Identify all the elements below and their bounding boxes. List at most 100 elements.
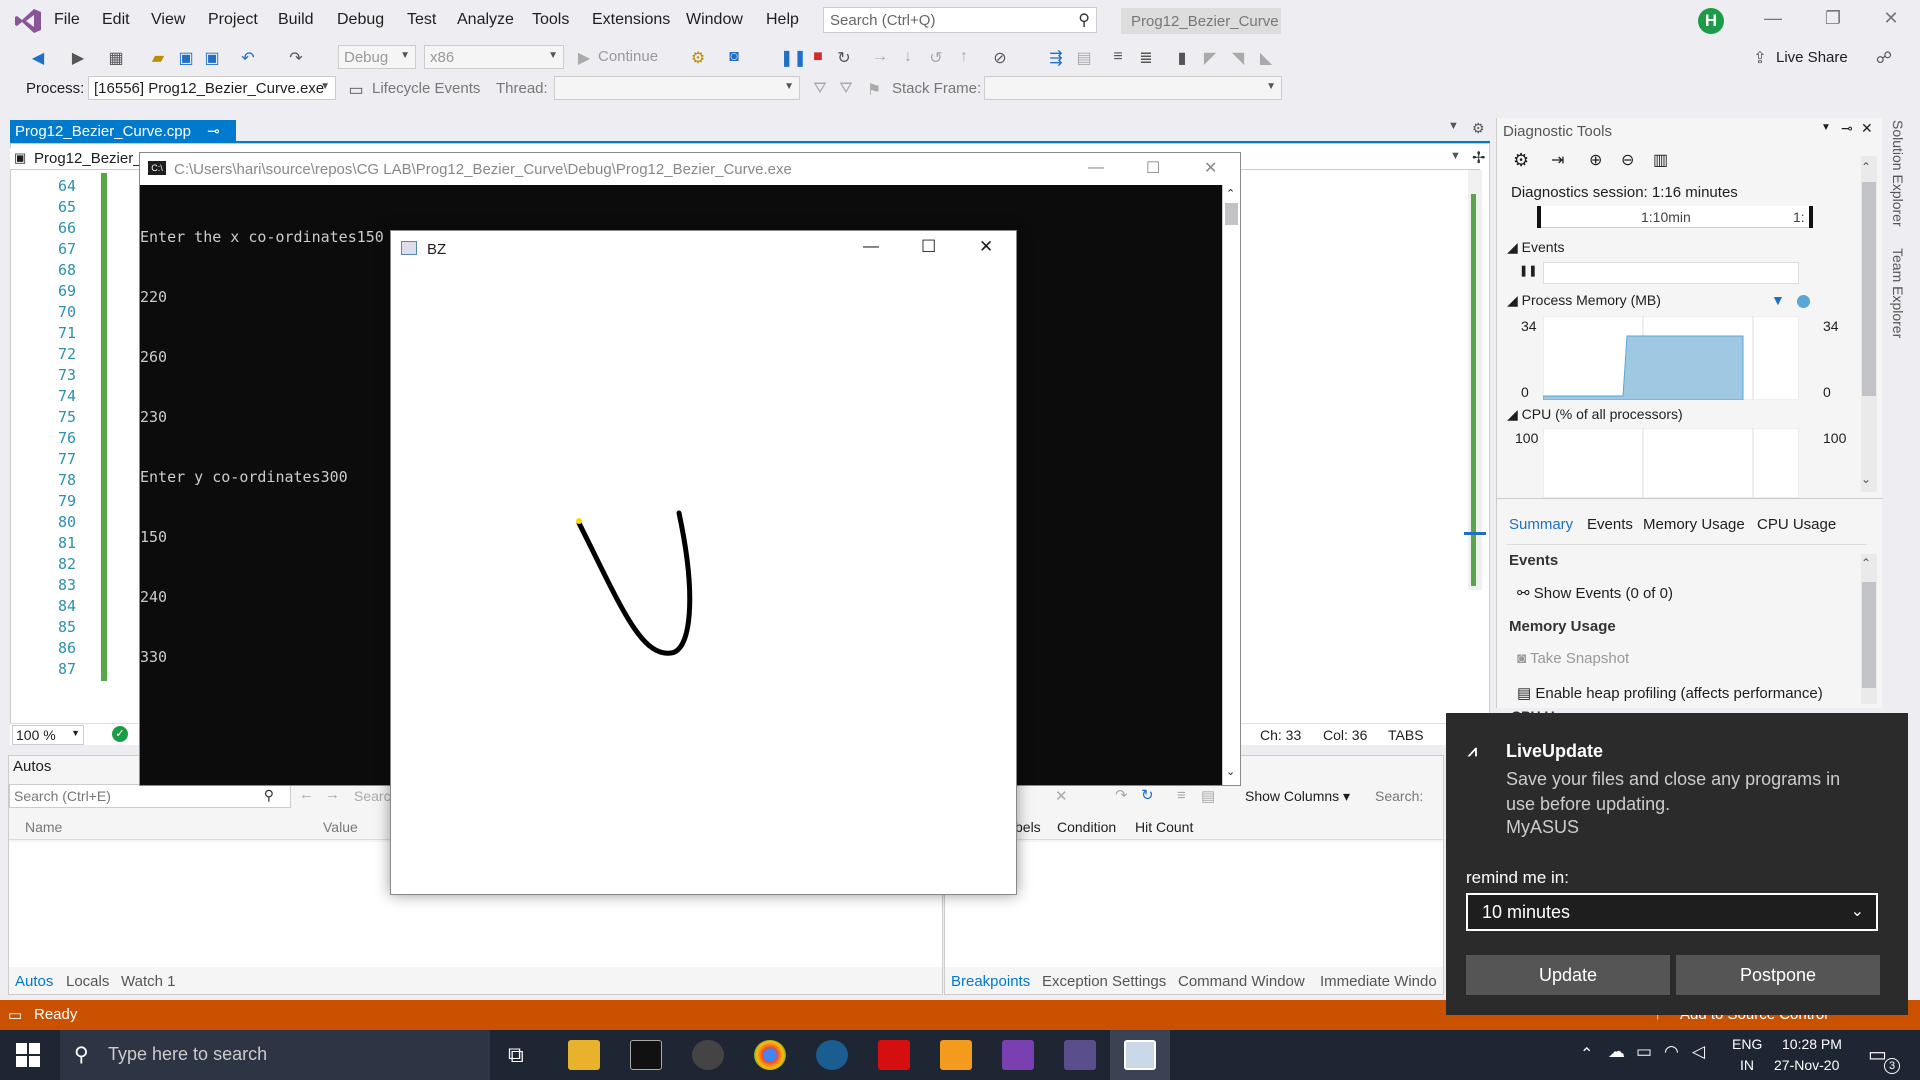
bp-import-icon[interactable]: ≡	[1177, 787, 1186, 804]
no-issues-icon[interactable]: ✓	[112, 726, 128, 742]
liveupdate-notification[interactable]: ⩘ LiveUpdate Save your files and close a…	[1446, 713, 1908, 1015]
restart-icon[interactable]: ↻	[834, 48, 854, 67]
tray-arrow-icon[interactable]: ⌃	[1580, 1044, 1593, 1064]
menu-file[interactable]: File	[54, 11, 80, 29]
menu-test[interactable]: Test	[407, 11, 436, 29]
attach-icon[interactable]: ⚙	[688, 48, 708, 67]
diag-tab-summary[interactable]: Summary	[1509, 516, 1573, 533]
bookmark-icon[interactable]: ▮	[1172, 48, 1192, 67]
comment-icon[interactable]: ▤	[1074, 48, 1094, 67]
zoom-out-icon[interactable]: ⊖	[1621, 150, 1634, 170]
step-over-icon[interactable]: →	[870, 48, 890, 66]
forward-icon[interactable]: ▶	[68, 48, 88, 67]
onedrive-icon[interactable]: ☁	[1608, 1042, 1625, 1062]
bz-close-icon[interactable]: ✕	[979, 237, 993, 257]
console-scroll-up-icon[interactable]: ⌃	[1226, 187, 1235, 200]
scroll-down-icon[interactable]: ⌄	[1861, 472, 1871, 486]
visual-studio-icon[interactable]	[1002, 1040, 1034, 1070]
summary-scroll-up-icon[interactable]: ⌃	[1861, 556, 1871, 570]
diag-tab-memory[interactable]: Memory Usage	[1643, 516, 1745, 533]
flag-threads-icon[interactable]: ⚑	[864, 80, 884, 99]
task-view-icon[interactable]: ⧉	[508, 1042, 524, 1068]
summary-scrollbar[interactable]: ⌃	[1861, 554, 1877, 704]
lang-region[interactable]: IN	[1740, 1057, 1754, 1073]
next-bookmark-icon[interactable]: ◥	[1228, 48, 1248, 67]
settings-gear-icon[interactable]: ⚙	[1472, 120, 1485, 137]
visual-studio-logo-icon[interactable]	[14, 8, 42, 34]
editor-scrollbar[interactable]	[1468, 170, 1482, 590]
app-icon-obs[interactable]	[692, 1040, 724, 1070]
col-labels[interactable]: bels	[1015, 819, 1041, 835]
console-task-icon[interactable]	[1064, 1040, 1096, 1070]
stop-icon[interactable]: ■	[808, 48, 828, 66]
show-events-link[interactable]: ⚯ Show Events (0 of 0)	[1517, 584, 1673, 602]
menu-extensions[interactable]: Extensions	[592, 11, 670, 29]
bz-graphics-window[interactable]: BZ — ☐ ✕	[390, 230, 1017, 895]
outdent-icon[interactable]: ≣	[1136, 48, 1156, 67]
heap-profiling-button[interactable]: ▤ Enable heap profiling (affects perform…	[1517, 684, 1823, 702]
battery-icon[interactable]: ▭	[1636, 1042, 1652, 1062]
tab-immediate-window[interactable]: Immediate Windo	[1320, 973, 1437, 990]
windows-start-icon[interactable]	[16, 1043, 40, 1067]
diag-tab-cpu[interactable]: CPU Usage	[1757, 516, 1836, 533]
diag-export-icon[interactable]: ⇥	[1551, 150, 1564, 170]
tab-dropdown-icon[interactable]: ▼	[1448, 120, 1459, 132]
diag-timeline[interactable]: 1:10min 1:	[1537, 206, 1813, 228]
filter-clear-icon[interactable]: ⛛	[836, 80, 856, 98]
menu-project[interactable]: Project	[208, 11, 258, 29]
console-close-icon[interactable]: ✕	[1204, 158, 1217, 178]
solution-explorer-tab[interactable]: Solution Explorer	[1890, 120, 1906, 227]
cpu-chart[interactable]	[1543, 428, 1799, 498]
diag-dropdown-icon[interactable]: ▼	[1821, 122, 1831, 133]
back-icon[interactable]: ◀	[28, 48, 48, 67]
tab-watch-1[interactable]: Watch 1	[121, 973, 175, 990]
wifi-icon[interactable]: ◠	[1664, 1042, 1679, 1062]
sublime-icon[interactable]	[940, 1040, 972, 1070]
events-track[interactable]	[1543, 262, 1799, 284]
events-section[interactable]: ◢ Events	[1507, 239, 1564, 256]
minimize-icon[interactable]: —	[1758, 8, 1788, 29]
menu-help[interactable]: Help	[766, 11, 799, 29]
acrobat-icon[interactable]	[878, 1040, 910, 1070]
save-icon[interactable]: ▣	[176, 48, 196, 67]
col-condition[interactable]: Condition	[1057, 819, 1116, 835]
clear-bookmark-icon[interactable]: ◣	[1256, 48, 1276, 67]
tab-command-window[interactable]: Command Window	[1178, 973, 1305, 990]
bz-task-icon[interactable]	[1124, 1040, 1156, 1070]
thread-select[interactable]: ▼	[554, 76, 800, 100]
console-scroll-thumb[interactable]	[1225, 203, 1238, 225]
menu-analyze[interactable]: Analyze	[457, 11, 514, 29]
undo-icon[interactable]: ↶	[238, 48, 258, 67]
events-pause-icon[interactable]: ❚❚	[1519, 264, 1537, 277]
split-icon[interactable]: ✢	[1472, 148, 1485, 168]
threads-icon[interactable]: ⇶	[1046, 48, 1066, 67]
tab-locals[interactable]: Locals	[66, 973, 109, 990]
console-scroll-down-icon[interactable]: ⌄	[1226, 765, 1235, 778]
bp-export-icon[interactable]: ▤	[1201, 787, 1215, 805]
console-minimize-icon[interactable]: —	[1088, 159, 1104, 177]
lang-code[interactable]: ENG	[1732, 1036, 1762, 1052]
timeline-end-marker[interactable]	[1809, 206, 1813, 228]
diag-settings-icon[interactable]: ⚙	[1513, 150, 1529, 171]
nav-project[interactable]: Prog12_Bezier_C	[34, 150, 152, 167]
scroll-thumb[interactable]	[1862, 182, 1876, 396]
indent-mode[interactable]: TABS	[1388, 727, 1424, 743]
open-folder-icon[interactable]: ▰	[148, 48, 168, 67]
pause-icon[interactable]: ❚❚	[780, 48, 807, 67]
col-name[interactable]: Name	[25, 819, 62, 835]
volume-icon[interactable]: ◁	[1692, 1042, 1705, 1062]
cpu-section[interactable]: ◢ CPU (% of all processors)	[1507, 406, 1683, 423]
menu-window[interactable]: Window	[686, 11, 743, 29]
menu-build[interactable]: Build	[278, 11, 314, 29]
autos-forward-icon[interactable]: →	[325, 786, 340, 803]
nav-dropdown-icon[interactable]: ▼	[1450, 150, 1461, 162]
platform-select[interactable]: x86 ▼	[424, 45, 564, 69]
bz-minimize-icon[interactable]: —	[863, 238, 879, 256]
bp-grid[interactable]	[945, 842, 1443, 967]
cpu-profile-icon[interactable]: ▥	[1653, 150, 1668, 170]
filter-icon[interactable]: ⛛	[810, 80, 830, 98]
continue-button[interactable]: Continue	[598, 48, 658, 65]
feedback-icon[interactable]: ☍	[1874, 48, 1894, 67]
tab-autos[interactable]: Autos	[15, 973, 53, 990]
team-explorer-tab[interactable]: Team Explorer	[1890, 248, 1906, 338]
